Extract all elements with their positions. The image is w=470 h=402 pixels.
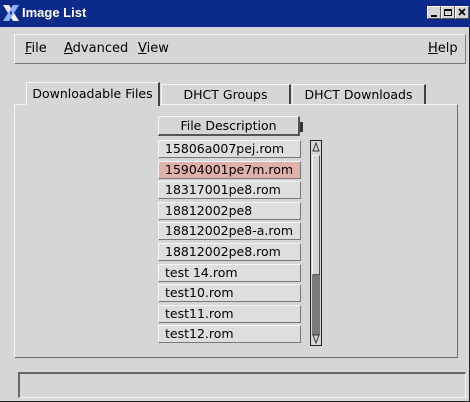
status-bar [18, 372, 466, 398]
list-item-label: test12.rom [165, 326, 234, 342]
menu-help[interactable]: Help [428, 41, 458, 56]
menu-view[interactable]: View [138, 41, 169, 56]
menu-view-label: iew [146, 41, 169, 56]
list-item[interactable]: 15806a007pej.rom [158, 140, 301, 158]
list-item-label: test 14.rom [165, 264, 238, 280]
tab-dhct-downloads-label: DHCT Downloads [304, 87, 413, 102]
list-item[interactable]: 18812002pe8.rom [158, 243, 301, 261]
list-item-label: 15806a007pej.rom [165, 141, 285, 156]
list-item[interactable]: test 14.rom [158, 263, 301, 282]
list-item-label: 15904001pe7m.rom [165, 161, 294, 177]
tab-downloadable-files-label: Downloadable Files [32, 86, 153, 101]
minimize-button[interactable] [427, 6, 441, 19]
maximize-button[interactable] [441, 6, 455, 19]
menu-help-mnemonic: H [428, 41, 438, 56]
menu-help-label: elp [437, 41, 458, 56]
menu-bar: File Advanced View Help [14, 34, 466, 64]
image-list-window: Image List File Advanced View Help Downl [0, 0, 470, 402]
menu-file-label: ile [31, 41, 47, 56]
list-item-label: test11.rom [165, 305, 234, 321]
list-item-label: 18812002pe8.rom [165, 244, 281, 259]
menu-advanced[interactable]: Advanced [64, 41, 128, 56]
list-item[interactable]: 18812002pe8 [158, 201, 301, 220]
menu-file[interactable]: File [25, 41, 47, 56]
file-description-header[interactable]: File Description [158, 116, 300, 136]
menu-advanced-label: dvanced [72, 41, 129, 56]
menu-advanced-mnemonic: A [64, 41, 73, 56]
list-item-label: test10.rom [165, 285, 234, 301]
scroll-track[interactable] [312, 275, 320, 335]
column-resize-handle[interactable] [300, 122, 303, 132]
menu-view-mnemonic: V [138, 41, 147, 56]
tab-dhct-downloads[interactable]: DHCT Downloads [292, 84, 426, 104]
list-item-selected[interactable]: 15904001pe7m.rom [158, 160, 301, 179]
title-bar[interactable]: Image List [0, 0, 470, 27]
scroll-up-arrow-icon[interactable] [312, 142, 320, 152]
x-logo-icon [3, 5, 19, 21]
window-title: Image List [22, 5, 87, 20]
minimize-icon [431, 15, 437, 17]
list-item-label: 18812002pe8-a.rom [165, 223, 294, 239]
file-description-header-label: File Description [180, 118, 277, 133]
list-item-label: 18812002pe8 [165, 202, 253, 218]
list-item[interactable]: 18812002pe8-a.rom [158, 222, 301, 241]
tab-dhct-groups[interactable]: DHCT Groups [161, 84, 291, 104]
tab-downloadable-files[interactable]: Downloadable Files [26, 82, 160, 106]
close-button[interactable] [455, 6, 469, 19]
list-item[interactable]: test11.rom [158, 304, 301, 323]
list-item[interactable]: test12.rom [158, 325, 301, 344]
tab-dhct-groups-label: DHCT Groups [183, 87, 268, 102]
list-item[interactable]: 18317001pe8.rom [158, 181, 301, 200]
close-icon [458, 8, 466, 16]
list-item-label: 18317001pe8.rom [165, 182, 281, 198]
list-scrollbar[interactable] [310, 140, 322, 346]
scroll-thumb[interactable] [312, 155, 320, 275]
maximize-icon [444, 9, 452, 16]
list-item[interactable]: test10.rom [158, 284, 301, 303]
scroll-down-arrow-icon[interactable] [312, 334, 320, 344]
